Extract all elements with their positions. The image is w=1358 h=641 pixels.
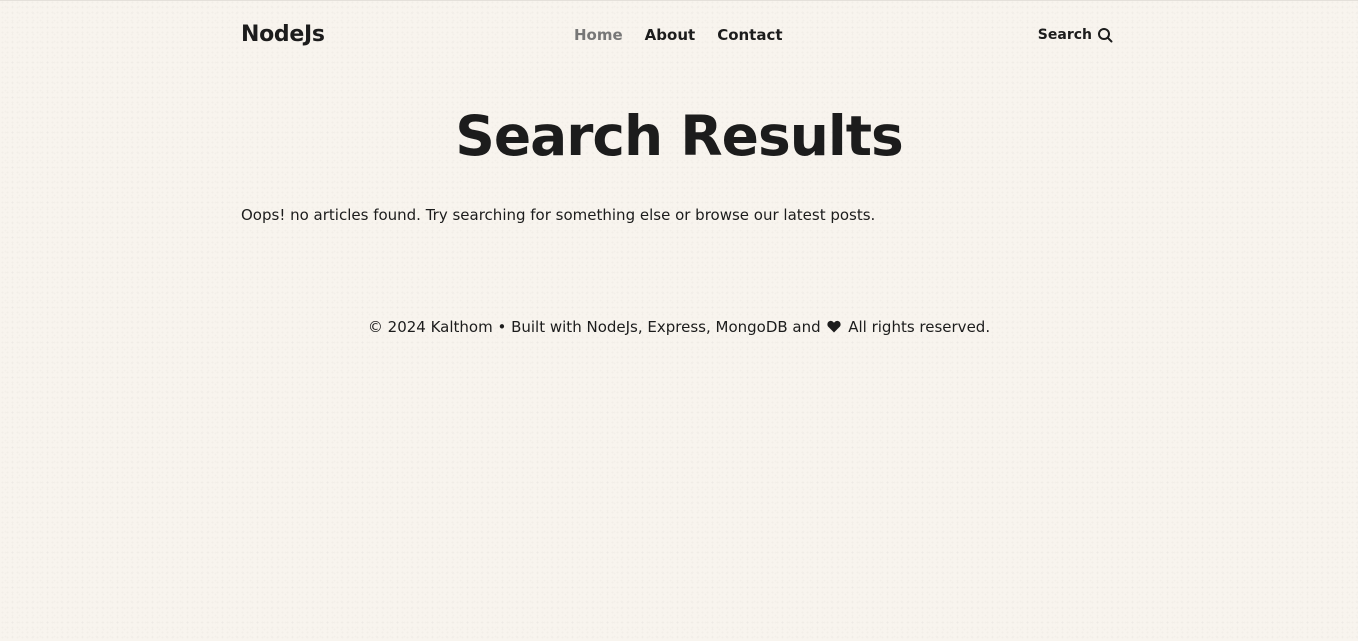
main-nav: Home About Contact xyxy=(574,26,805,44)
site-footer: © 2024 Kalthom • Built with NodeJs, Expr… xyxy=(0,318,1358,337)
nav-home-link[interactable]: Home xyxy=(574,26,623,44)
search-button-label: Search xyxy=(1037,27,1092,43)
site-logo[interactable]: NodeJs xyxy=(241,22,325,47)
page-title: Search Results xyxy=(455,104,903,168)
heart-icon xyxy=(827,319,842,337)
footer-text-after: All rights reserved. xyxy=(848,318,991,336)
nav-about-link[interactable]: About xyxy=(645,26,696,44)
top-border xyxy=(0,0,1358,1)
search-button[interactable]: Search xyxy=(1038,27,1113,43)
search-icon xyxy=(1097,27,1113,43)
no-results-message: Oops! no articles found. Try searching f… xyxy=(241,206,876,224)
nav-contact-link[interactable]: Contact xyxy=(717,26,782,44)
footer-text-before: © 2024 Kalthom • Built with NodeJs, Expr… xyxy=(367,318,821,336)
site-header: NodeJs Home About Contact Search xyxy=(241,22,1113,52)
